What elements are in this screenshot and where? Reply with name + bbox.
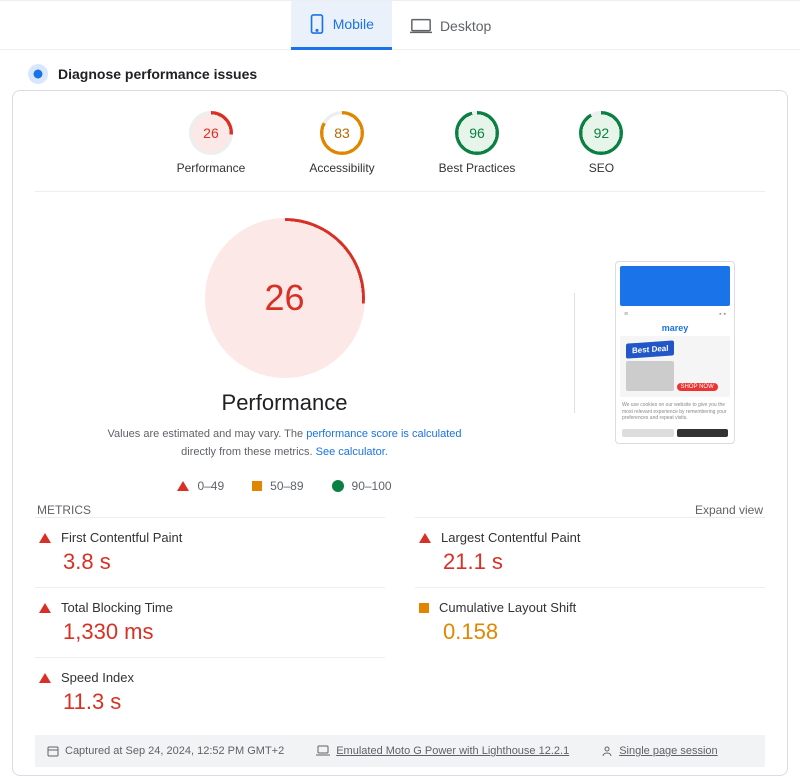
metric-value: 21.1 s bbox=[419, 549, 761, 575]
metric-largest-contentful-paint: Largest Contentful Paint 21.1 s bbox=[415, 517, 765, 587]
performance-summary: 26 Performance Values are estimated and … bbox=[35, 212, 534, 493]
preview-badge: Best Deal bbox=[626, 341, 674, 359]
note-text: Values are estimated and may vary. The bbox=[107, 428, 306, 440]
legend-red-icon bbox=[177, 481, 189, 491]
page-preview: ≡▪ ▪ marey Best Deal SHOP NOW We use coo… bbox=[615, 261, 735, 444]
diagnose-icon bbox=[28, 64, 48, 84]
tab-desktop-label: Desktop bbox=[440, 18, 491, 34]
legend-orange-icon bbox=[252, 481, 262, 491]
report-card: 26Performance83Accessibility96Best Pract… bbox=[12, 90, 788, 776]
performance-heading: Performance bbox=[35, 390, 534, 416]
gauge-best-practices[interactable]: 96Best Practices bbox=[439, 111, 516, 175]
score-legend: 0–49 50–89 90–100 bbox=[35, 479, 534, 493]
preview-cookie-buttons bbox=[620, 427, 730, 439]
gauge-row: 26Performance 83Accessibility 96Best Pract… bbox=[35, 111, 765, 192]
note-text-2: directly from these metrics. bbox=[181, 446, 315, 458]
gauge-label: SEO bbox=[589, 161, 614, 175]
metric-first-contentful-paint: First Contentful Paint 3.8 s bbox=[35, 517, 385, 587]
footer-device[interactable]: Emulated Moto G Power with Lighthouse 12… bbox=[316, 745, 569, 757]
footer-captured-text: Captured at Sep 24, 2024, 12:52 PM GMT+2 bbox=[65, 745, 284, 757]
footer-session-text: Single page session bbox=[619, 745, 717, 757]
triangle-red-icon bbox=[39, 673, 51, 683]
vertical-separator bbox=[574, 293, 575, 413]
footer-session[interactable]: Single page session bbox=[601, 745, 717, 757]
gauge-performance[interactable]: 26Performance bbox=[177, 111, 246, 175]
metric-value: 0.158 bbox=[419, 619, 761, 645]
legend-red-label: 0–49 bbox=[197, 479, 224, 493]
metric-name: First Contentful Paint bbox=[61, 530, 182, 545]
mobile-icon bbox=[309, 14, 325, 34]
tab-mobile[interactable]: Mobile bbox=[291, 1, 392, 50]
desktop-icon bbox=[410, 16, 432, 36]
device-tabs: Mobile Desktop bbox=[0, 0, 800, 50]
square-orange-icon bbox=[419, 603, 429, 613]
gauge-seo[interactable]: 92SEO bbox=[579, 111, 623, 175]
metric-total-blocking-time: Total Blocking Time 1,330 ms bbox=[35, 587, 385, 657]
metric-value: 3.8 s bbox=[39, 549, 381, 575]
gauge-label: Performance bbox=[177, 161, 246, 175]
score-note: Values are estimated and may vary. The p… bbox=[35, 426, 534, 461]
metric-name: Total Blocking Time bbox=[61, 600, 173, 615]
preview-brand: marey bbox=[620, 323, 730, 333]
gauge-label: Best Practices bbox=[439, 161, 516, 175]
gauge-performance-large: 26 bbox=[35, 218, 534, 378]
link-score-calc[interactable]: performance score is calculated bbox=[306, 428, 461, 440]
link-see-calculator[interactable]: See calculator. bbox=[316, 446, 388, 458]
preview-product bbox=[626, 361, 674, 391]
metrics-header: METRICS Expand view bbox=[35, 503, 765, 517]
performance-detail: 26 Performance Values are estimated and … bbox=[35, 192, 765, 775]
triangle-red-icon bbox=[419, 533, 431, 543]
tab-desktop[interactable]: Desktop bbox=[392, 1, 509, 50]
metric-name: Largest Contentful Paint bbox=[441, 530, 580, 545]
metric-value: 11.3 s bbox=[39, 689, 381, 715]
tab-mobile-label: Mobile bbox=[333, 16, 374, 32]
metric-name: Cumulative Layout Shift bbox=[439, 600, 576, 615]
metrics-label: METRICS bbox=[37, 503, 91, 517]
session-icon bbox=[601, 745, 613, 757]
metric-cumulative-layout-shift: Cumulative Layout Shift 0.158 bbox=[415, 587, 765, 657]
preview-hero: Best Deal SHOP NOW bbox=[620, 336, 730, 397]
triangle-red-icon bbox=[39, 533, 51, 543]
gauge-label: Accessibility bbox=[309, 161, 374, 175]
footer-captured: Captured at Sep 24, 2024, 12:52 PM GMT+2 bbox=[47, 745, 284, 757]
section-title: Diagnose performance issues bbox=[58, 66, 257, 82]
section-header: Diagnose performance issues bbox=[0, 50, 800, 90]
metric-speed-index: Speed Index 11.3 s bbox=[35, 657, 385, 727]
metric-value: 1,330 ms bbox=[39, 619, 381, 645]
preview-header bbox=[620, 266, 730, 306]
gauge-accessibility[interactable]: 83Accessibility bbox=[309, 111, 374, 175]
legend-orange-label: 50–89 bbox=[270, 479, 303, 493]
laptop-icon bbox=[316, 745, 330, 757]
report-footer: Captured at Sep 24, 2024, 12:52 PM GMT+2… bbox=[35, 735, 765, 767]
preview-fineprint: We use cookies on our website to give yo… bbox=[620, 400, 730, 424]
preview-cta: SHOP NOW bbox=[677, 383, 718, 391]
legend-green-icon bbox=[332, 480, 344, 492]
expand-view[interactable]: Expand view bbox=[695, 503, 763, 517]
preview-menu-row: ≡▪ ▪ bbox=[620, 309, 730, 320]
metrics-grid: First Contentful Paint 3.8 s Largest Cont… bbox=[35, 517, 765, 727]
metric-name: Speed Index bbox=[61, 670, 134, 685]
footer-device-text: Emulated Moto G Power with Lighthouse 12… bbox=[336, 745, 569, 757]
legend-green-label: 90–100 bbox=[352, 479, 392, 493]
calendar-icon bbox=[47, 745, 59, 757]
triangle-red-icon bbox=[39, 603, 51, 613]
